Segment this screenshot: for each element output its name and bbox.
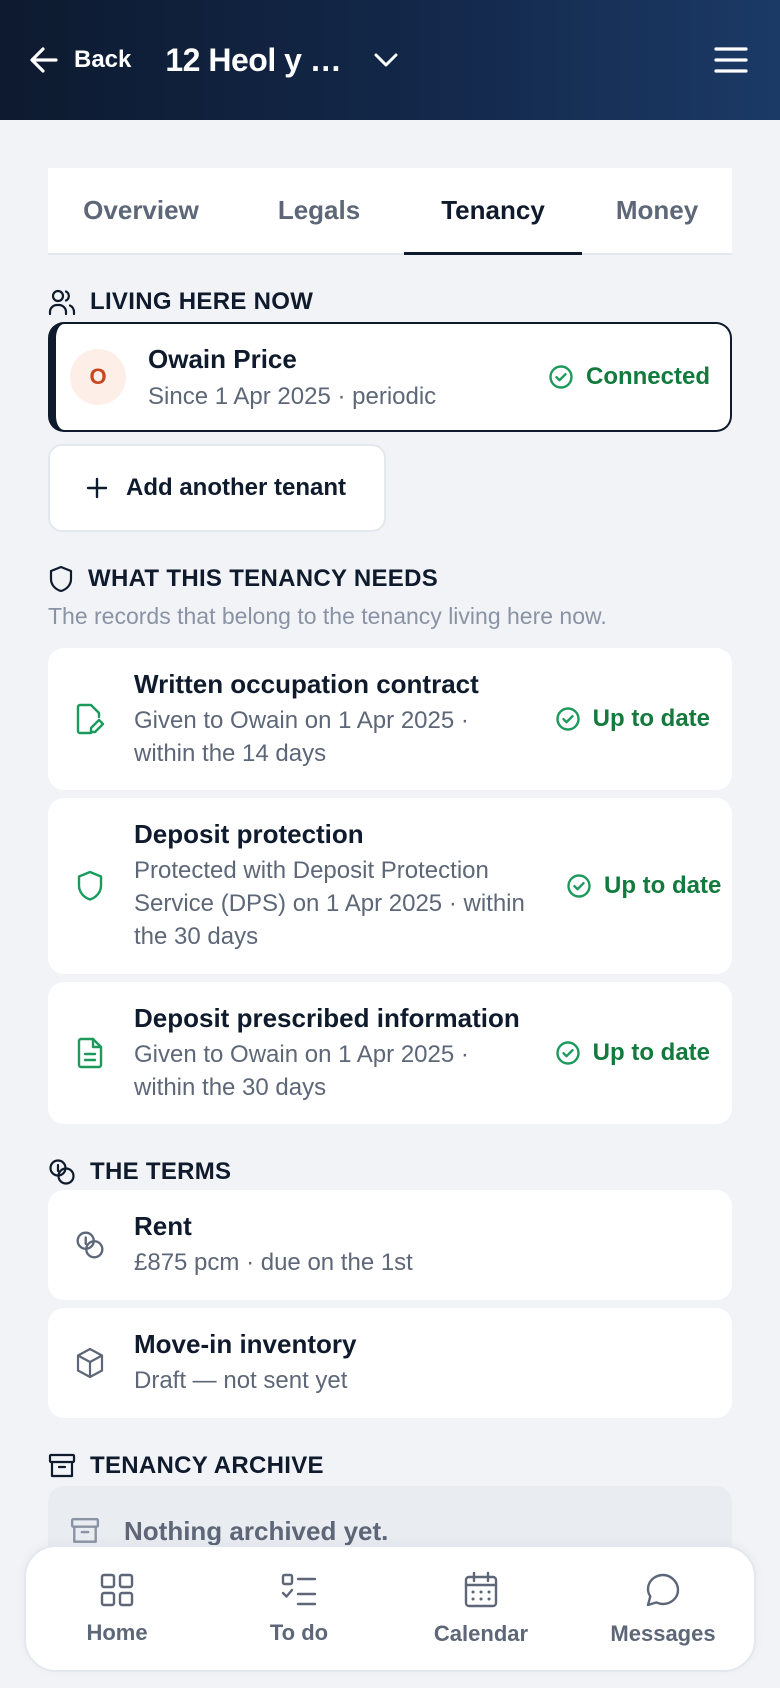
- term-card-inventory[interactable]: Move-in inventory Draft — not sent yet: [48, 1308, 732, 1418]
- back-button[interactable]: Back: [28, 44, 131, 76]
- nav-label: To do: [269, 1619, 329, 1645]
- people-icon: [48, 288, 76, 316]
- archive-empty-text: Nothing archived yet.: [124, 1515, 389, 1546]
- status-text: Up to date: [604, 872, 722, 899]
- terms-heading: THE TERMS: [48, 1158, 231, 1186]
- status-text: Up to date: [592, 705, 710, 732]
- top-header: Back 12 Heol y …: [0, 0, 780, 120]
- hamburger-menu-icon[interactable]: [714, 46, 748, 74]
- record-title: Written occupation contract: [134, 668, 479, 699]
- needs-heading: WHAT THIS TENANCY NEEDS: [48, 565, 438, 593]
- section-title: TENANCY ARCHIVE: [90, 1452, 324, 1479]
- term-desc: Draft — not sent yet: [134, 1367, 348, 1394]
- shield-icon: [70, 870, 110, 902]
- shield-outline-icon: [48, 565, 74, 593]
- coins-icon: [70, 1230, 110, 1260]
- nav-label: Home: [86, 1619, 148, 1645]
- needs-subtitle: The records that belong to the tenancy l…: [48, 603, 607, 629]
- record-title: Deposit prescribed information: [134, 1002, 520, 1033]
- record-desc: Given to Owain on 1 Apr 2025 · within th…: [134, 1040, 469, 1101]
- nav-messages[interactable]: Messages: [572, 1571, 754, 1647]
- check-circle-icon: [555, 706, 581, 732]
- chevron-down-icon[interactable]: [373, 51, 399, 69]
- section-title: WHAT THIS TENANCY NEEDS: [88, 565, 439, 592]
- archive-icon: [48, 1453, 76, 1479]
- check-circle-icon: [555, 1040, 581, 1066]
- nav-calendar[interactable]: Calendar: [390, 1571, 572, 1647]
- bottom-nav: Home To do Calendar Messages: [24, 1545, 756, 1672]
- add-tenant-label: Add another tenant: [126, 474, 346, 501]
- check-circle-icon: [548, 364, 574, 390]
- back-label: Back: [74, 46, 132, 73]
- plus-icon: [86, 477, 108, 499]
- tenant-card[interactable]: O Owain Price Since 1 Apr 2025 · periodi…: [48, 322, 732, 432]
- status-badge: Connected: [548, 363, 710, 391]
- chat-bubble-icon: [644, 1571, 682, 1609]
- grid-icon: [99, 1572, 135, 1608]
- term-title: Move-in inventory: [134, 1329, 357, 1359]
- nav-label: Messages: [610, 1620, 716, 1646]
- tab-overview[interactable]: Overview: [48, 168, 234, 253]
- status-badge: Up to date: [555, 1039, 710, 1067]
- tab-tenancy[interactable]: Tenancy: [404, 168, 582, 255]
- status-badge: Up to date: [555, 705, 710, 733]
- tenant-name: Owain Price: [148, 343, 297, 374]
- tenant-since: Since 1 Apr 2025 · periodic: [148, 382, 437, 410]
- nav-label: Calendar: [433, 1620, 529, 1646]
- status-text: Up to date: [592, 1039, 710, 1066]
- record-card[interactable]: Written occupation contract Given to Owa…: [48, 648, 732, 790]
- calendar-icon: [463, 1571, 499, 1609]
- status-text: Connected: [585, 363, 710, 390]
- box-icon: [70, 1347, 110, 1379]
- property-title[interactable]: 12 Heol y …: [165, 42, 341, 79]
- term-card-rent[interactable]: Rent £875 pcm · due on the 1st: [48, 1190, 732, 1300]
- section-title: THE TERMS: [90, 1158, 232, 1185]
- tab-bar: Overview Legals Tenancy Money: [48, 168, 732, 255]
- term-desc: £875 pcm · due on the 1st: [134, 1249, 413, 1276]
- document-icon: [70, 1037, 110, 1069]
- arrow-left-icon: [28, 44, 60, 76]
- coins-icon: [48, 1158, 76, 1186]
- record-card[interactable]: Deposit prescribed information Given to …: [48, 982, 732, 1124]
- add-tenant-button[interactable]: Add another tenant: [48, 444, 386, 532]
- term-title: Rent: [134, 1211, 192, 1241]
- avatar: O: [70, 349, 126, 405]
- status-badge: Up to date: [566, 872, 721, 900]
- tab-legals[interactable]: Legals: [234, 168, 404, 253]
- nav-todo[interactable]: To do: [208, 1572, 390, 1646]
- tab-money[interactable]: Money: [582, 168, 732, 253]
- section-title: LIVING HERE NOW: [90, 288, 314, 315]
- nav-home[interactable]: Home: [26, 1572, 208, 1646]
- record-title: Deposit protection: [134, 819, 364, 849]
- record-desc: Given to Owain on 1 Apr 2025 · within th…: [134, 706, 469, 767]
- record-desc: Protected with Deposit Protection Servic…: [134, 857, 525, 950]
- contract-edit-icon: [70, 703, 110, 735]
- checklist-icon: [280, 1572, 318, 1608]
- archive-icon: [70, 1517, 100, 1545]
- record-card[interactable]: Deposit protection Protected with Deposi…: [48, 798, 732, 974]
- archive-heading: TENANCY ARCHIVE: [48, 1452, 324, 1480]
- check-circle-icon: [566, 873, 592, 899]
- living-here-heading: LIVING HERE NOW: [48, 288, 313, 316]
